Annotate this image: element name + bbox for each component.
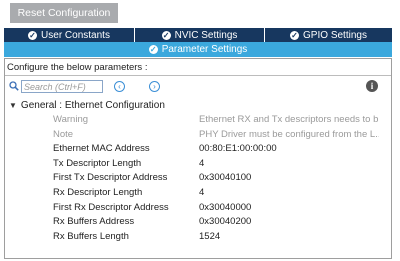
check-icon: ✓ <box>28 30 38 40</box>
parameter-list: Warning Ethernet RX and Tx descriptors ne… <box>5 113 391 244</box>
parameter-row[interactable]: Rx Descriptor Length 4 <box>5 186 391 201</box>
search-previous-button[interactable]: ‹ <box>114 81 125 92</box>
parameter-name: Rx Descriptor Length <box>53 186 143 198</box>
parameter-row[interactable]: Ethernet MAC Address 00:80:E1:00:00:00 <box>5 142 391 157</box>
parameter-row[interactable]: Note PHY Driver must be configured from t… <box>5 128 391 143</box>
parameter-name: Note <box>53 128 74 140</box>
search-row: ‹ › i <box>5 79 391 96</box>
parameter-value[interactable]: 4 <box>199 157 379 171</box>
tab-label: GPIO Settings <box>303 29 367 41</box>
parameter-name: Ethernet MAC Address <box>53 143 150 155</box>
parameter-row[interactable]: Warning Ethernet RX and Tx descriptors ne… <box>5 113 391 128</box>
tab-gpio-settings[interactable]: ✓ GPIO Settings <box>265 28 392 42</box>
tab-row: ✓ User Constants ✓ NVIC Settings ✓ GPIO … <box>4 28 392 42</box>
instruction-text: Configure the below parameters : <box>5 61 391 76</box>
info-icon[interactable]: i <box>366 80 378 92</box>
parameter-value[interactable]: 0x30040000 <box>199 201 379 215</box>
parameter-value[interactable]: 4 <box>199 186 379 200</box>
check-icon: ✓ <box>290 30 300 40</box>
parameter-value[interactable]: 0x30040200 <box>199 215 379 229</box>
parameter-value[interactable]: 00:80:E1:00:00:00 <box>199 142 379 156</box>
parameter-row[interactable]: Tx Descriptor Length 4 <box>5 157 391 172</box>
parameter-name: Rx Buffers Address <box>53 216 135 228</box>
search-input[interactable] <box>21 80 103 93</box>
parameter-row[interactable]: Rx Buffers Length 1524 <box>5 230 391 245</box>
tab-nvic-settings[interactable]: ✓ NVIC Settings <box>135 28 265 42</box>
parameter-row[interactable]: First Rx Descriptor Address 0x30040000 <box>5 201 391 216</box>
parameter-panel: Configure the below parameters : ‹ › i ▼… <box>4 58 392 259</box>
check-icon: ✓ <box>161 30 171 40</box>
search-icon <box>9 81 19 94</box>
tab-label: NVIC Settings <box>174 29 238 41</box>
parameter-value[interactable]: Ethernet RX and Tx descriptors needs to … <box>199 113 379 127</box>
settings-tabs: ✓ User Constants ✓ NVIC Settings ✓ GPIO … <box>0 27 400 58</box>
parameter-name: Tx Descriptor Length <box>53 157 142 169</box>
parameter-name: Rx Buffers Length <box>53 230 129 242</box>
check-icon: ✓ <box>148 45 158 54</box>
chevron-down-icon: ▼ <box>9 101 17 110</box>
parameter-value[interactable]: PHY Driver must be configured from the L… <box>199 128 379 142</box>
parameter-value[interactable]: 1524 <box>199 230 379 244</box>
parameter-row[interactable]: Rx Buffers Address 0x30040200 <box>5 215 391 230</box>
tab-user-constants[interactable]: ✓ User Constants <box>4 28 135 42</box>
group-header-ethernet[interactable]: ▼ General : Ethernet Configuration <box>9 99 165 112</box>
parameter-value[interactable]: 0x30040100 <box>199 171 379 185</box>
tab-parameter-settings[interactable]: ✓ Parameter Settings <box>4 42 392 57</box>
tab-label: User Constants <box>41 29 110 41</box>
group-title: General : Ethernet Configuration <box>20 100 165 111</box>
search-next-button[interactable]: › <box>149 81 160 92</box>
tab-label: Parameter Settings <box>161 44 248 55</box>
parameter-name: Warning <box>53 114 89 125</box>
parameter-name: First Rx Descriptor Address <box>53 201 169 213</box>
parameter-name: First Tx Descriptor Address <box>53 172 168 184</box>
reset-configuration-button[interactable]: Reset Configuration <box>10 3 118 23</box>
parameter-row[interactable]: First Tx Descriptor Address 0x30040100 <box>5 171 391 186</box>
top-toolbar: Reset Configuration <box>0 0 400 27</box>
